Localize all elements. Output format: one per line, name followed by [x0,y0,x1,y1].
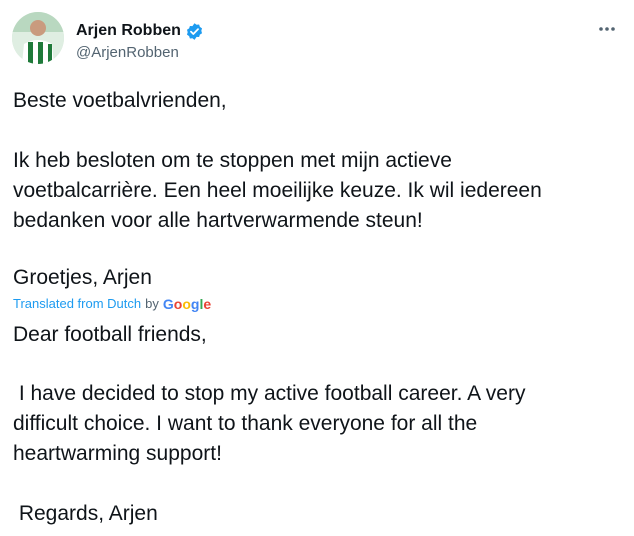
google-logo: Google [162,296,212,312]
translation-line-5: Regards, Arjen [13,502,158,525]
original-line-5: Groetjes, Arjen [13,266,152,289]
translation-label: Translated from Dutch [13,296,142,311]
name-row: Arjen Robben [76,20,204,42]
translation-by: by [145,296,159,311]
avatar[interactable] [12,12,64,64]
avatar-image [12,12,64,64]
user-handle[interactable]: @ArjenRobben [76,43,179,63]
tweet-header: Arjen Robben @ArjenRobben [12,12,622,68]
translation-line-1: Dear football friends, [13,323,207,346]
original-line-2: Ik heb besloten om te stoppen met mijn a… [13,149,452,172]
original-line-1: Beste voetbalvrienden, [13,89,227,112]
translation-notice[interactable]: Translated from Dutch by Google [13,296,211,312]
display-name[interactable]: Arjen Robben [76,21,181,41]
translation-line-2: I have decided to stop my active footbal… [13,382,526,405]
tweet-card: Arjen Robben @ArjenRobben Beste voetbalv… [0,0,634,536]
verified-badge-icon [185,22,204,41]
more-horizontal-icon[interactable] [596,18,618,40]
translation-line-4: heartwarming support! [13,442,222,465]
translation-line-3: difficult choice. I want to thank everyo… [13,412,478,435]
original-line-4: bedanken voor alle hartverwarmende steun… [13,209,423,232]
original-line-3: voetbalcarrière. Een heel moeilijke keuz… [13,179,542,202]
